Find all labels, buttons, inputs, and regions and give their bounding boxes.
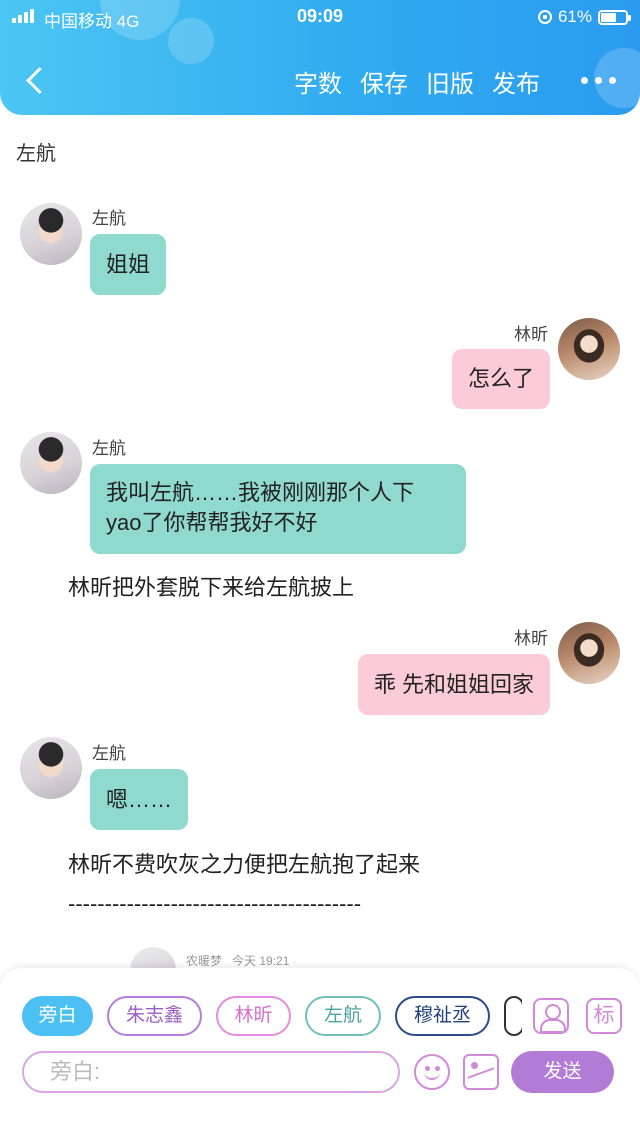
publish-button[interactable]: 发布 <box>492 64 540 99</box>
send-button[interactable]: 发送 <box>511 1051 614 1093</box>
nav-actions: 字数 保存 旧版 发布 <box>294 64 540 99</box>
role-chip[interactable]: 左航 <box>305 996 381 1036</box>
role-chip[interactable] <box>504 996 522 1036</box>
tag-button[interactable]: 标 <box>586 998 622 1034</box>
narration-text: 林昕不费吹灰之力便把左航抱了起来 <box>68 852 421 877</box>
role-selector: 旁白 朱志鑫 林昕 左航 穆祉丞 <box>22 996 522 1036</box>
sender-name: 林昕 <box>514 325 548 344</box>
rotation-lock-icon <box>537 10 552 24</box>
emoji-icon[interactable] <box>414 1054 450 1090</box>
role-chip[interactable]: 林昕 <box>216 996 291 1036</box>
top-header: 中国移动 4G 09:09 61% 字数 保存 旧版 发布 <box>0 0 640 115</box>
chat-area[interactable]: 左航 左航 姐姐 林昕 怎么了 左航 我叫左航……我被刚刚那个人下 yao了你帮… <box>0 115 640 970</box>
avatar[interactable] <box>558 622 620 684</box>
narration-text: 林昕把外套脱下来给左航披上 <box>68 575 355 600</box>
message-input[interactable]: 旁白: <box>22 1051 400 1093</box>
sender-name: 左航 <box>92 209 126 228</box>
role-chip[interactable]: 朱志鑫 <box>107 996 202 1036</box>
message-line: 我叫左航……我被刚刚那个人下 <box>106 480 415 505</box>
word-count-button[interactable]: 字数 <box>294 64 342 99</box>
manage-roles-icon[interactable] <box>533 998 569 1034</box>
avatar[interactable] <box>20 737 82 799</box>
nav-bar: 字数 保存 旧版 发布 <box>0 50 640 110</box>
sender-name: 林昕 <box>514 629 548 648</box>
divider-dashes: ---------------------------------------- <box>68 891 362 916</box>
chat-title: 左航 <box>16 143 56 165</box>
battery-area: 61% <box>537 7 631 27</box>
more-icon[interactable] <box>581 77 616 84</box>
message-bubble[interactable]: 乖 先和姐姐回家 <box>357 654 550 715</box>
comment-time: 今天 19:21 <box>232 953 290 968</box>
message-bubble[interactable]: 怎么了 <box>451 349 550 409</box>
battery-icon <box>598 9 631 25</box>
back-icon[interactable] <box>22 64 52 96</box>
role-chip-narrator[interactable]: 旁白 <box>22 996 93 1036</box>
comment-user: 农暖梦 <box>186 953 223 968</box>
avatar[interactable] <box>20 432 82 494</box>
old-version-button[interactable]: 旧版 <box>426 64 474 99</box>
image-icon[interactable] <box>463 1054 499 1090</box>
status-bar: 中国移动 4G 09:09 61% <box>0 0 640 34</box>
message-bubble[interactable]: 我叫左航……我被刚刚那个人下 yao了你帮帮我好不好 <box>90 464 466 554</box>
message-bubble[interactable]: 嗯…… <box>90 769 189 830</box>
comment-preview[interactable]: 农暖梦 今天 19:21 <box>130 945 289 970</box>
avatar <box>130 947 176 970</box>
save-button[interactable]: 保存 <box>360 64 408 99</box>
sender-name: 左航 <box>92 439 126 458</box>
sender-name: 左航 <box>92 744 126 763</box>
composer-panel: 旁白 朱志鑫 林昕 左航 穆祉丞 标 旁白: 发送 <box>0 968 640 1139</box>
role-chip[interactable]: 穆祉丞 <box>395 996 490 1036</box>
battery-percent: 61% <box>557 7 592 26</box>
message-bubble[interactable]: 姐姐 <box>90 234 167 295</box>
message-line: yao了你帮帮我好不好 <box>106 510 318 535</box>
avatar[interactable] <box>20 203 82 265</box>
avatar[interactable] <box>558 318 620 380</box>
